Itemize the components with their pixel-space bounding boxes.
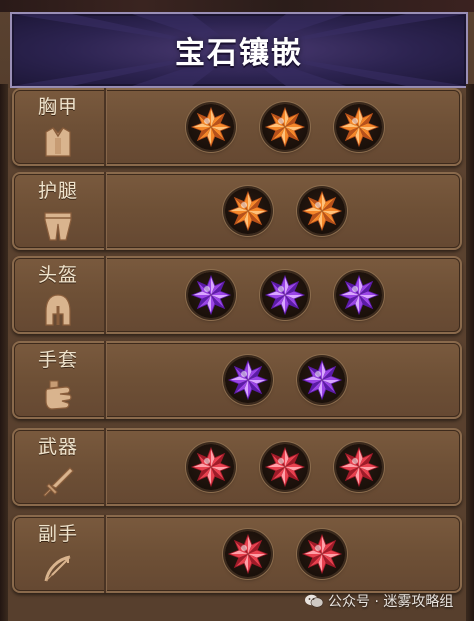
slot-label: 手套 [37,349,78,371]
right-border [466,84,474,621]
page-title: 宝石镶嵌 [175,36,303,71]
glove-icon [45,380,72,410]
red-gem-icon [338,446,380,488]
title-banner: 宝石镶嵌 [10,12,468,88]
chest-armor-icon [45,127,71,157]
gem-socket[interactable] [225,531,271,577]
gem-highlight [315,202,321,208]
slot-label: 头盔 [37,264,78,286]
gem-socket[interactable] [225,188,271,234]
watermark-text: 公众号 · 迷雾攻略组 [328,594,454,610]
orange-gem-icon [338,106,380,148]
equipment-row-weapon[interactable]: 武器 [12,428,462,506]
gem-socket[interactable] [336,272,382,318]
wechat-icon [305,594,324,608]
gem-socket[interactable] [188,104,234,150]
gem-highlight [352,458,358,464]
purple-gem-icon [227,359,269,401]
equipment-row-gloves[interactable]: 手套 [12,341,462,419]
slot-label: 护腿 [37,180,78,202]
gem-socket[interactable] [262,444,308,490]
orange-gem-icon [227,190,269,232]
red-gem-icon [301,533,343,575]
leg-armor-icon [44,212,72,241]
gem-socket[interactable] [299,531,345,577]
slot-cell: 手套 [12,341,106,419]
gem-socket[interactable] [225,357,271,403]
left-border [0,84,8,621]
gem-highlight [352,286,358,292]
gem-highlight [315,545,321,551]
gem-highlight [352,118,358,124]
equipment-row-offhand[interactable]: 副手 [12,515,462,593]
slot-cell: 头盔 [12,256,106,334]
gem-highlight [278,286,284,292]
slot-label: 胸甲 [37,96,78,118]
equipment-row-legs[interactable]: 护腿 [12,172,462,250]
gem-highlight [204,286,210,292]
purple-gem-icon [264,274,306,316]
slot-cell: 副手 [12,515,106,593]
gem-socket[interactable] [262,104,308,150]
helmet-icon [45,294,71,326]
slot-cell: 胸甲 [12,88,106,166]
gem-highlight [315,371,321,377]
gem-socket[interactable] [299,357,345,403]
equipment-row-chest[interactable]: 胸甲 [12,88,462,166]
slot-label: 武器 [37,436,78,458]
purple-gem-icon [301,359,343,401]
orange-gem-icon [264,106,306,148]
gem-socket[interactable] [336,444,382,490]
gem-highlight [278,458,284,464]
slot-cell: 护腿 [12,172,106,250]
gem-highlight [241,371,247,377]
gem-highlight [204,458,210,464]
red-gem-icon [227,533,269,575]
bow-icon [44,555,71,582]
gem-highlight [241,202,247,208]
gem-socket[interactable] [262,272,308,318]
gem-highlight [241,545,247,551]
equipment-row-helmet[interactable]: 头盔 [12,256,462,334]
gem-socket[interactable] [299,188,345,234]
gem-socket[interactable] [188,444,234,490]
watermark: 公众号 · 迷雾攻略组 [304,588,470,614]
slot-cell: 武器 [12,428,106,506]
purple-gem-icon [338,274,380,316]
slot-label: 副手 [37,523,78,545]
gem-highlight [278,118,284,124]
purple-gem-icon [190,274,232,316]
gem-socket[interactable] [188,272,234,318]
sword-icon [43,467,74,497]
gem-socket[interactable] [336,104,382,150]
red-gem-icon [190,446,232,488]
gem-highlight [204,118,210,124]
top-border [0,0,474,12]
orange-gem-icon [190,106,232,148]
red-gem-icon [264,446,306,488]
orange-gem-icon [301,190,343,232]
